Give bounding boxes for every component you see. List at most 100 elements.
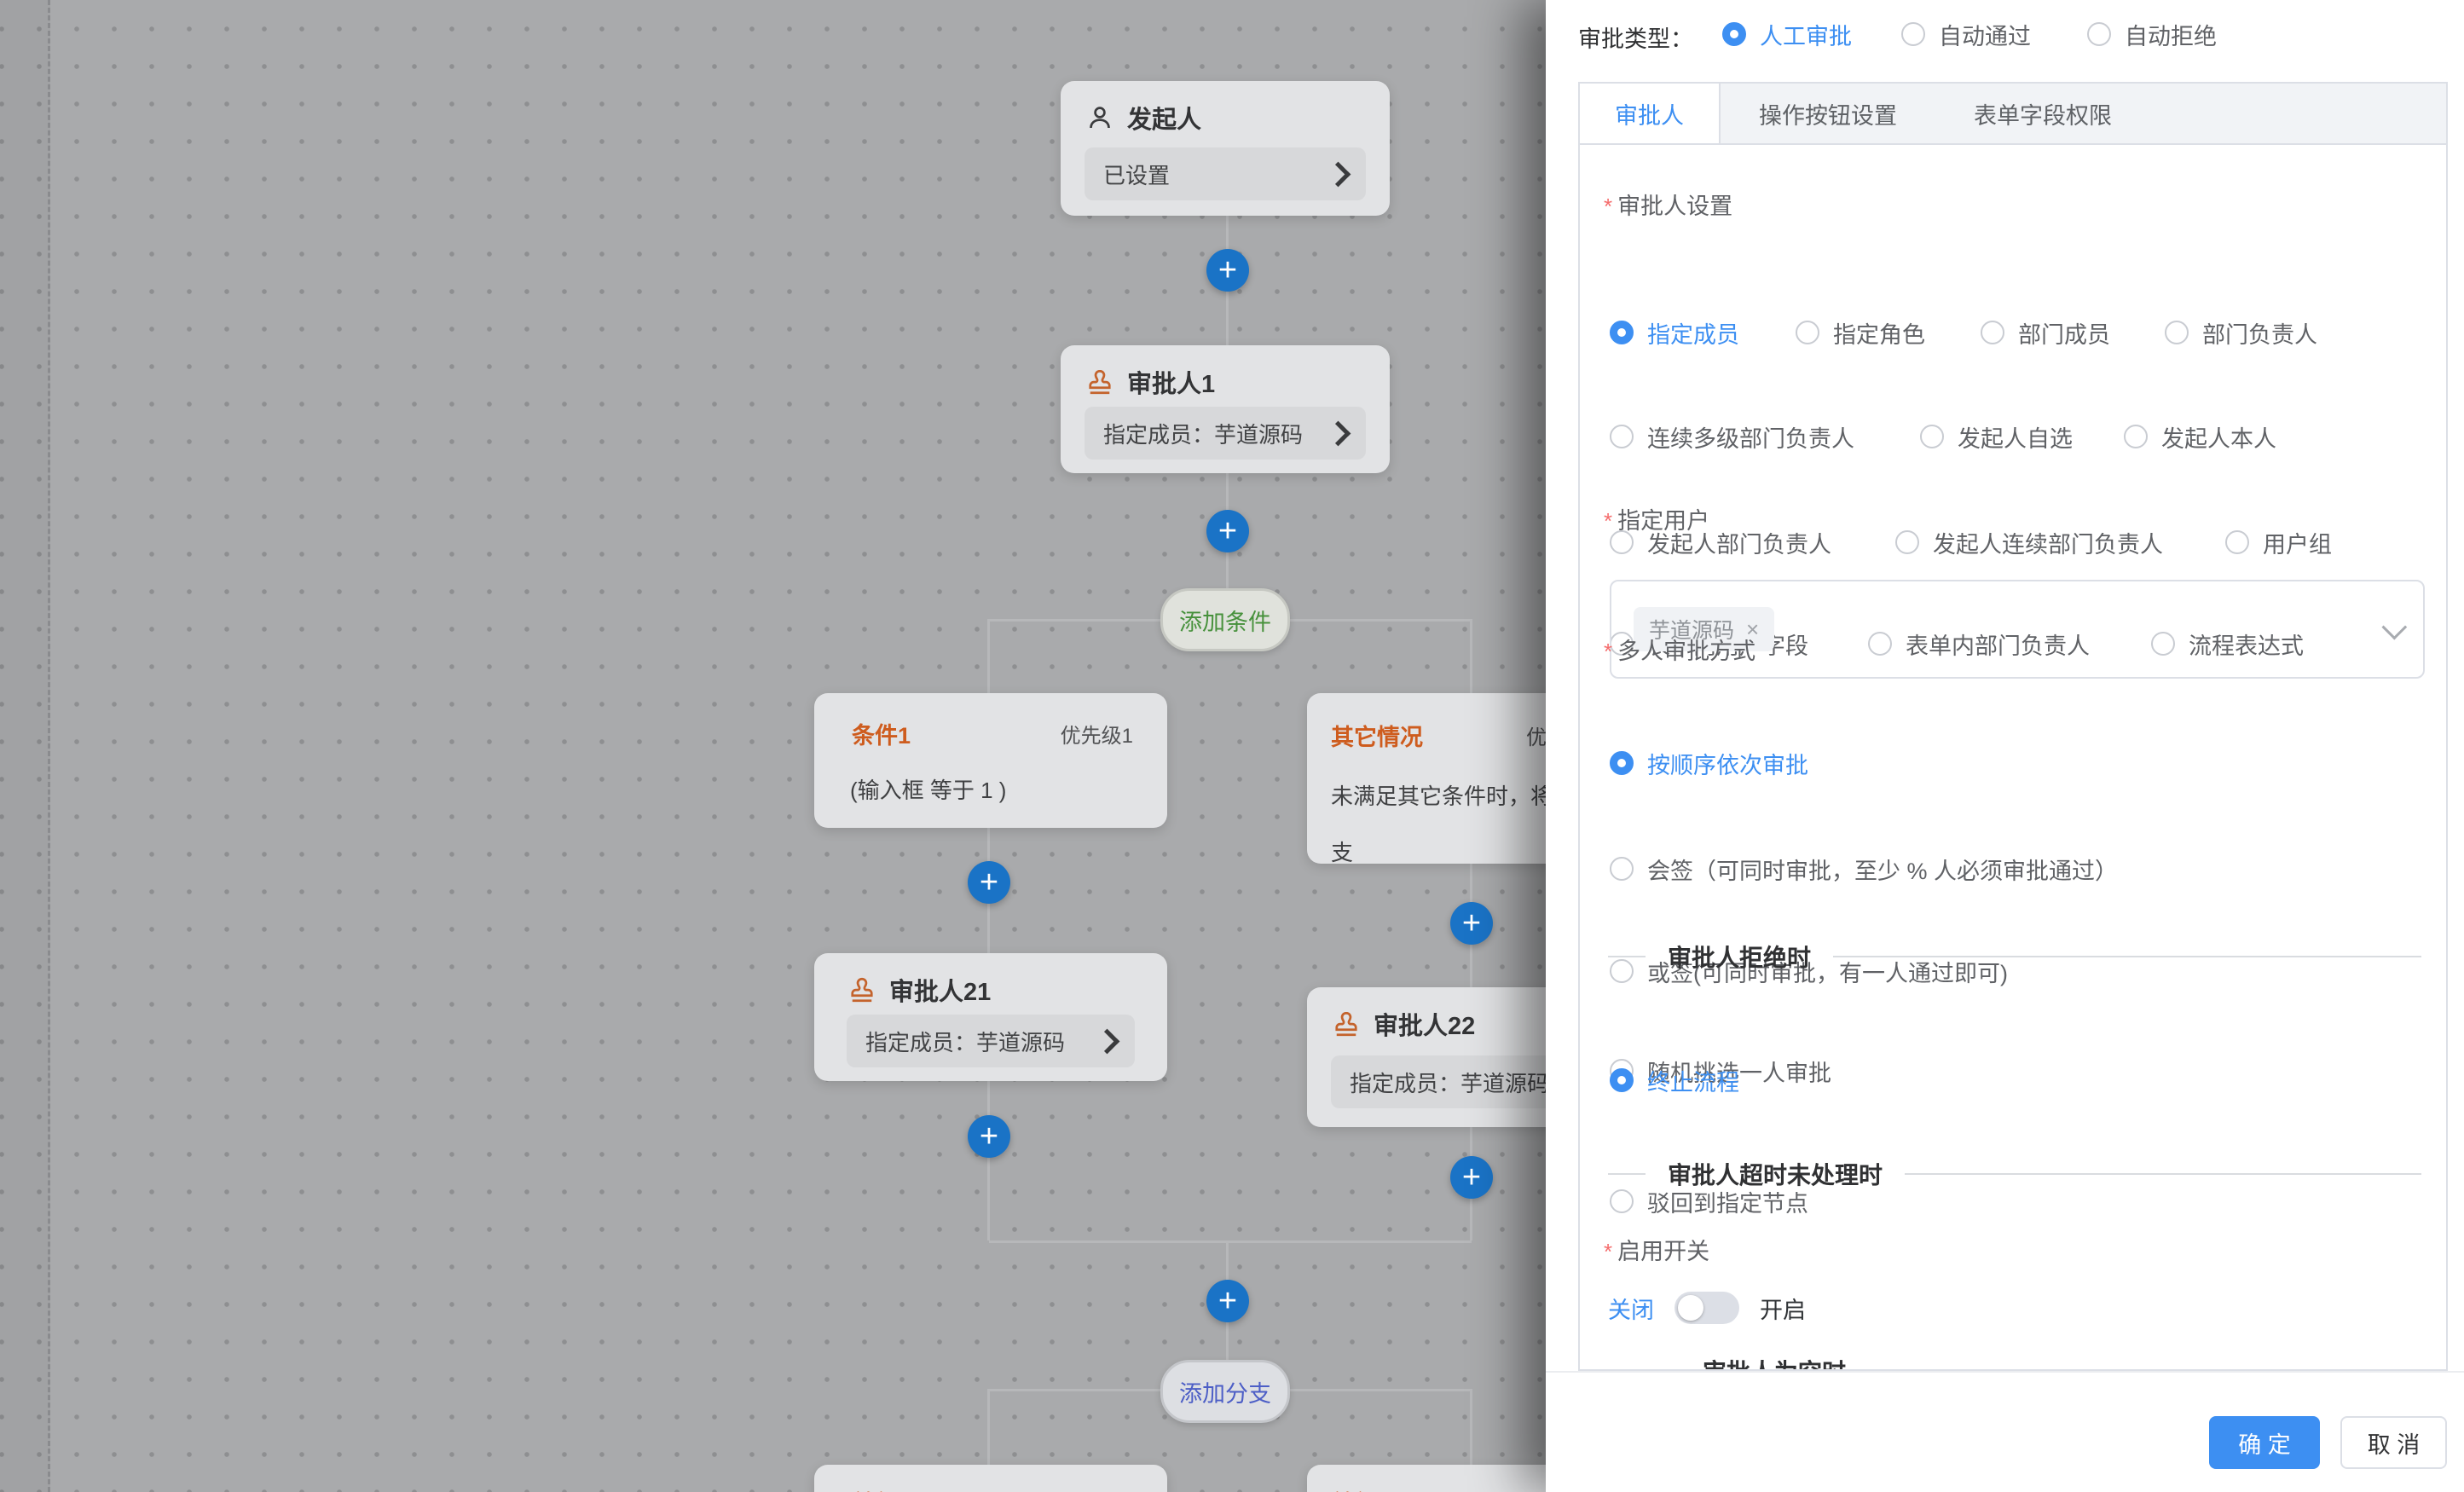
radio-label: 部门成员 xyxy=(2018,316,2110,350)
stamp-icon xyxy=(1331,1009,1362,1039)
add-node-button[interactable]: + xyxy=(1206,1280,1249,1322)
approver-option[interactable]: 部门成员 xyxy=(1981,315,2110,350)
chevron-right-icon xyxy=(1326,420,1351,446)
tabs-card: 审批人 操作按钮设置 表单字段权限 *审批人设置 指定成员 指定角色 部门成员 … xyxy=(1578,82,2448,1371)
condition-title: 其它情况 xyxy=(1331,719,1423,752)
radio-icon xyxy=(2225,530,2249,554)
node-summary-row[interactable]: 指定成员：芋道源码 xyxy=(847,1015,1135,1067)
connector xyxy=(987,1389,990,1465)
add-node-button[interactable]: + xyxy=(1206,249,1249,292)
canvas-left-strip xyxy=(0,0,50,1492)
node-start[interactable]: 发起人 已设置 xyxy=(1061,81,1390,216)
node-summary-row[interactable]: 指定成员：芋道源码 xyxy=(1085,407,1366,460)
node-summary: 指定成员：芋道源码 xyxy=(1103,418,1329,449)
node-summary: 指定成员：芋道源码 xyxy=(1350,1067,1570,1098)
connector xyxy=(1470,619,1472,693)
add-branch-pill[interactable]: 添加分支 xyxy=(1160,1360,1290,1423)
required-asterisk: * xyxy=(1604,639,1612,664)
approver-option[interactable]: 用户组 xyxy=(2225,525,2332,559)
stamp-icon xyxy=(1085,367,1115,397)
tab-action-buttons[interactable]: 操作按钮设置 xyxy=(1721,84,1935,143)
enable-switch-label: *启用开关 xyxy=(1604,1233,1709,1266)
approver-option[interactable]: 指定成员 xyxy=(1610,315,1739,350)
condition-priority: 优先级1 xyxy=(1061,719,1133,749)
node-title: 审批人22 xyxy=(1374,1006,1475,1042)
clipped-section-title: 审批人为空时 xyxy=(1703,1354,1846,1371)
approver-option[interactable]: 指定角色 xyxy=(1796,315,1925,350)
reject-option[interactable]: 终止流程 xyxy=(1610,1063,1739,1097)
node-approver1[interactable]: 审批人1 指定成员：芋道源码 xyxy=(1061,345,1390,473)
confirm-button[interactable]: 确 定 xyxy=(2209,1416,2320,1469)
approver-option[interactable]: 发起人连续部门负责人 xyxy=(1895,525,2163,559)
approval-type-radio-manual[interactable]: 人工审批 xyxy=(1722,17,1852,51)
radio-label: 指定角色 xyxy=(1833,316,1925,350)
plus-icon: + xyxy=(1218,1285,1237,1317)
multi-approve-option[interactable]: 会签（可同时审批，至少 % 人必须审批通过） xyxy=(1610,852,2118,886)
add-node-button[interactable]: + xyxy=(1450,902,1493,945)
approval-type-radio-auto-reject[interactable]: 自动拒绝 xyxy=(2087,17,2217,51)
radio-label: 用户组 xyxy=(2263,526,2332,559)
node-condition1[interactable]: 条件1 优先级1 (输入框 等于 1 ) xyxy=(814,693,1167,828)
node-summary-row[interactable]: 已设置 xyxy=(1085,147,1366,200)
approver-option[interactable]: 发起人本人 xyxy=(2124,419,2276,454)
node-title: 审批人1 xyxy=(1127,364,1215,400)
radio-icon xyxy=(1920,425,1944,448)
enable-switch[interactable] xyxy=(1674,1292,1739,1324)
required-asterisk: * xyxy=(1604,508,1612,534)
radio-label: 按顺序依次审批 xyxy=(1647,747,1808,780)
required-asterisk: * xyxy=(1604,194,1612,219)
workflow-designer: 发起人 已设置 + 审批人1 指定成员：芋道源码 + xyxy=(0,0,2464,1492)
add-node-button[interactable]: + xyxy=(968,861,1010,904)
radio-icon xyxy=(1981,321,2004,344)
radio-label: 自动通过 xyxy=(1939,18,2031,51)
multi-approve-option[interactable]: 按顺序依次审批 xyxy=(1610,746,1808,780)
radio-icon xyxy=(1610,425,1634,448)
radio-label: 指定成员 xyxy=(1647,316,1739,350)
cancel-button[interactable]: 取 消 xyxy=(2340,1416,2447,1469)
tab-bar: 审批人 操作按钮设置 表单字段权限 xyxy=(1580,84,2446,145)
condition-title: 条件1 xyxy=(852,717,911,750)
section-title: 审批人拒绝时 xyxy=(1668,940,1811,974)
radio-icon xyxy=(1722,22,1746,46)
add-condition-pill[interactable]: 添加条件 xyxy=(1160,588,1290,651)
approval-type-radio-auto-pass[interactable]: 自动通过 xyxy=(1901,17,2031,51)
connector xyxy=(987,1081,990,1240)
person-icon xyxy=(1085,102,1115,133)
timeout-section-divider: 审批人超时未处理时 xyxy=(1608,1157,2421,1191)
radio-label: 发起人连续部门负责人 xyxy=(1933,526,2163,559)
add-node-button[interactable]: + xyxy=(968,1115,1010,1158)
confirm-label: 确 定 xyxy=(2238,1426,2291,1460)
node-parallel1[interactable]: 并行1 无优先级 xyxy=(814,1465,1167,1492)
radio-icon xyxy=(2165,321,2189,344)
approver-setting-label: *审批人设置 xyxy=(1604,188,1732,221)
reject-section-divider: 审批人拒绝时 xyxy=(1608,940,2421,974)
radio-icon xyxy=(1610,751,1634,775)
tab-form-field-permissions[interactable]: 表单字段权限 xyxy=(1935,84,2150,143)
plus-icon: + xyxy=(980,1120,998,1153)
radio-icon xyxy=(1610,1068,1634,1092)
tab-approver[interactable]: 审批人 xyxy=(1580,84,1721,143)
add-branch-label: 添加分支 xyxy=(1179,1375,1271,1408)
tab-label: 表单字段权限 xyxy=(1974,97,2112,130)
add-node-button[interactable]: + xyxy=(1206,510,1249,552)
plus-icon: + xyxy=(1462,907,1481,940)
radio-label: 部门负责人 xyxy=(2202,316,2317,350)
approver-option[interactable]: 连续多级部门负责人 xyxy=(1610,419,1854,454)
radio-icon xyxy=(1796,321,1819,344)
node-summary: 已设置 xyxy=(1103,159,1329,190)
node-summary: 指定成员：芋道源码 xyxy=(865,1026,1098,1057)
switch-on-label: 开启 xyxy=(1760,1292,1806,1325)
node-title: 发起人 xyxy=(1127,100,1201,136)
radio-label: 发起人本人 xyxy=(2161,420,2276,454)
chevron-right-icon xyxy=(1095,1028,1120,1054)
radio-icon xyxy=(1901,22,1925,46)
add-node-button[interactable]: + xyxy=(1450,1156,1493,1199)
node-approver21[interactable]: 审批人21 指定成员：芋道源码 xyxy=(814,953,1167,1081)
approver-option[interactable]: 部门负责人 xyxy=(2165,315,2317,350)
condition-body: (输入框 等于 1 ) xyxy=(850,772,1006,809)
approver-option[interactable]: 发起人自选 xyxy=(1920,419,2073,454)
connector xyxy=(989,1240,1472,1243)
radio-icon xyxy=(1610,1189,1634,1213)
radio-label: 人工审批 xyxy=(1760,18,1852,51)
radio-icon xyxy=(1610,321,1634,344)
